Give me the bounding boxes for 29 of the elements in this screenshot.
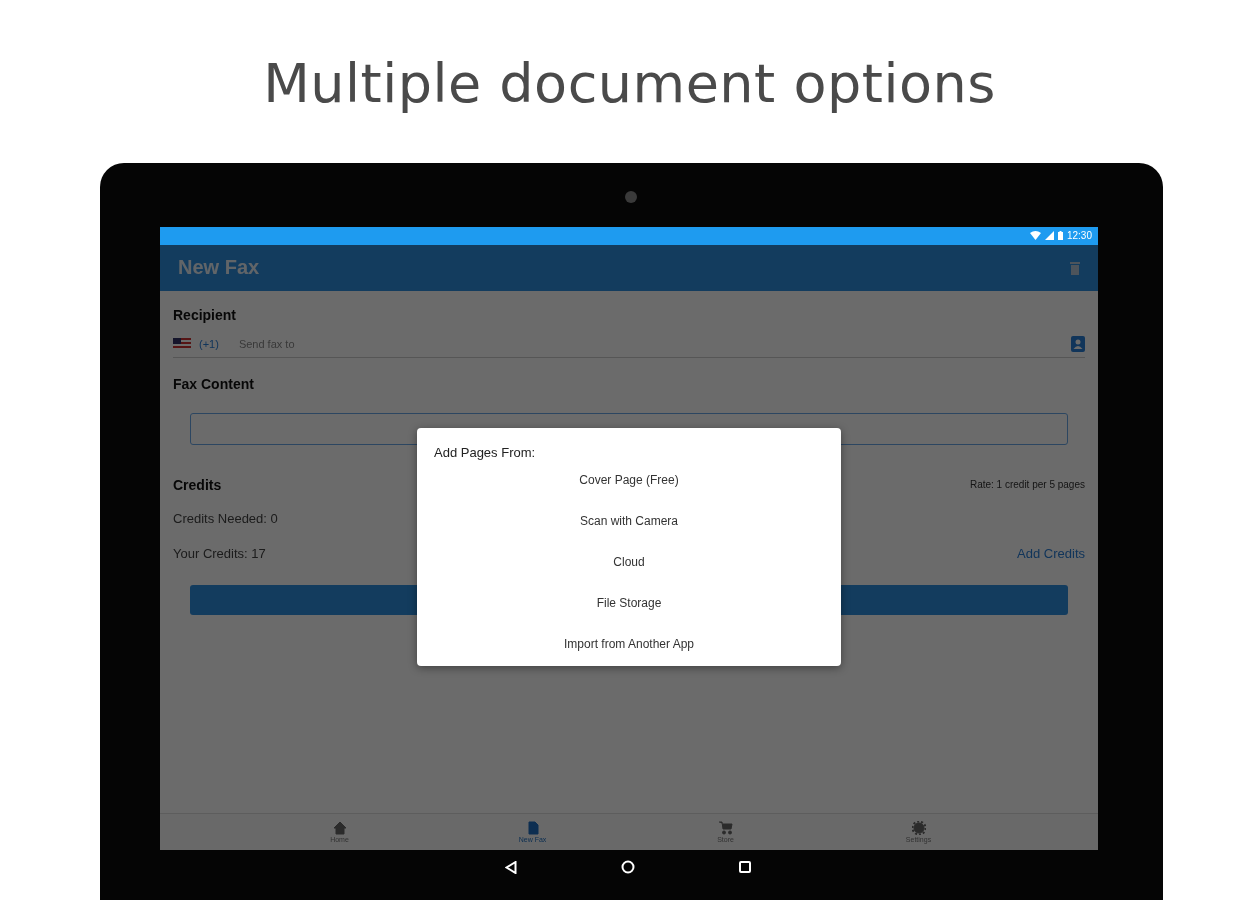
country-code[interactable]: (+1) — [199, 337, 219, 350]
camera-lens — [625, 190, 637, 203]
home-icon — [332, 820, 347, 835]
dialog-title: Add Pages From: — [434, 444, 537, 460]
settings-icon — [911, 820, 926, 835]
headline: Multiple document options — [263, 52, 996, 115]
status-time: 12:30 — [1066, 230, 1092, 242]
dialog-option[interactable]: Cover Page (Free) — [417, 459, 841, 501]
app-title: New Fax — [178, 256, 260, 280]
cart-icon — [718, 820, 733, 835]
dialog-option[interactable]: Cloud — [417, 541, 841, 583]
dialog-option[interactable]: File Storage — [417, 582, 841, 624]
wifi-icon — [1029, 231, 1041, 241]
section-label: Fax Content — [173, 375, 255, 392]
back-icon[interactable] — [505, 860, 517, 874]
section-label: Recipient — [173, 306, 237, 323]
recents-icon[interactable] — [739, 861, 751, 874]
signal-icon — [1044, 231, 1054, 241]
section-label: Credits — [173, 476, 222, 493]
add-credits-link[interactable]: Add Credits — [1017, 546, 1085, 562]
rate-text: Rate: 1 credit per 5 pages — [969, 479, 1085, 491]
home-icon[interactable] — [621, 860, 635, 875]
dialog-option[interactable]: Scan with Camera — [417, 500, 841, 542]
dialog-option[interactable]: Import from Another App — [417, 623, 841, 665]
credits-balance: Your Credits: 17 — [173, 545, 266, 562]
battery-icon — [1057, 231, 1063, 241]
credits-needed: Credits Needed: 0 — [173, 510, 278, 527]
document-icon — [525, 820, 540, 835]
flag-icon — [173, 337, 191, 350]
